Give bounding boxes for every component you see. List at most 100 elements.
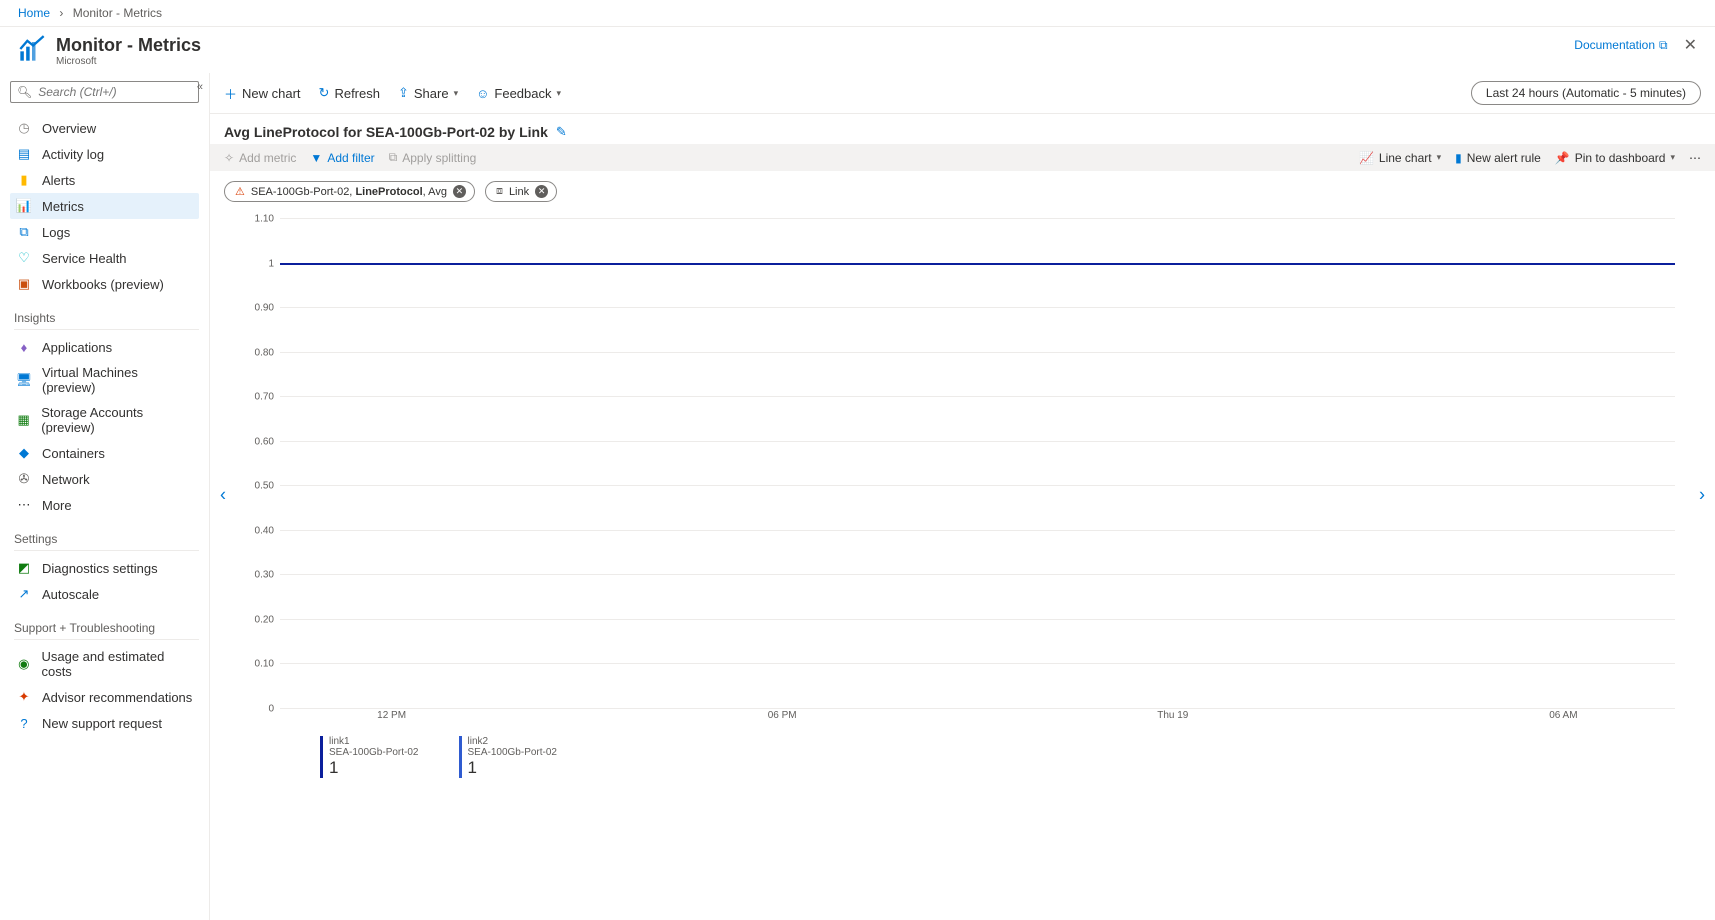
legend-item-2[interactable]: link2 SEA-100Gb-Port-02 1 [459,736,558,778]
sidebar-item-more[interactable]: ⋯More [10,492,199,518]
nav-icon: 🖥 [16,372,32,388]
toolbar: ＋New chart ↻Refresh ⇪Share ▾ ☺Feedback ▾… [210,73,1715,114]
sidebar-item-containers[interactable]: ◆Containers [10,440,199,466]
sidebar-item-usage-and-estimated-costs[interactable]: ◉Usage and estimated costs [10,644,199,684]
nav-label: Alerts [42,173,75,188]
breadcrumb: Home › Monitor - Metrics [0,0,1715,27]
nav-icon: ▮ [16,172,32,188]
new-chart-button[interactable]: ＋New chart [224,84,301,103]
refresh-icon: ↻ [319,85,330,101]
pin-dashboard-button[interactable]: 📌Pin to dashboard ▾ [1555,151,1675,165]
legend-value: 1 [468,758,558,778]
nav-label: Metrics [42,199,84,214]
sidebar-item-applications[interactable]: ♦ Applications [10,334,199,360]
legend-name: link1 [329,736,419,747]
nav-label: Autoscale [42,587,99,602]
chart-plot-area[interactable]: 1.1010.900.800.700.600.500.400.300.200.1… [280,218,1675,708]
nav-icon: ♡ [16,250,32,266]
metric-pill[interactable]: ⚠ SEA-100Gb-Port-02, LineProtocol, Avg ✕ [224,181,475,202]
warning-icon: ⚠ [235,185,245,198]
chevron-down-icon: ▾ [1670,152,1675,163]
collapse-sidebar-icon[interactable]: « [197,81,203,93]
search-input[interactable] [38,85,192,99]
monitor-icon [18,35,46,63]
nav-icon: ⧉ [16,224,32,240]
line-chart-icon: 📈 [1359,151,1374,165]
split-icon: ⧈ [496,185,503,198]
search-icon: 🔍︎ [17,85,32,99]
remove-pill-icon[interactable]: ✕ [453,185,466,198]
gridline: 0.10 [280,663,1675,664]
chart-type-dropdown[interactable]: 📈Line chart ▾ [1359,151,1441,165]
main-panel: ＋New chart ↻Refresh ⇪Share ▾ ☺Feedback ▾… [210,73,1715,920]
time-range-picker[interactable]: Last 24 hours (Automatic - 5 minutes) [1471,81,1701,105]
remove-pill-icon[interactable]: ✕ [535,185,548,198]
gridline: 1.10 [280,218,1675,219]
chart-legend: link1 SEA-100Gb-Port-02 1 link2 SEA-100G… [250,726,1675,778]
nav-icon: ♦ [16,339,32,355]
sidebar-item-alerts[interactable]: ▮ Alerts [10,167,199,193]
add-filter-button[interactable]: ▼Add filter [310,151,374,165]
new-alert-button[interactable]: ▮New alert rule [1455,151,1541,165]
nav-icon: ↗ [16,586,32,602]
sidebar-item-overview[interactable]: ◷Overview [10,115,199,141]
ellipsis-icon: ⋯ [1689,151,1701,165]
chart-next-icon[interactable]: › [1699,485,1705,506]
gridline: 0.80 [280,352,1675,353]
nav-icon: ▣ [16,276,32,292]
sparkle-icon: ✧ [224,151,234,165]
nav-label: Diagnostics settings [42,561,158,576]
close-button[interactable]: ✕ [1684,35,1697,55]
sidebar-item-autoscale[interactable]: ↗ Autoscale [10,581,199,607]
nav-label: Storage Accounts (preview) [41,405,193,435]
nav-label: Activity log [42,147,104,162]
share-button[interactable]: ⇪Share ▾ [398,85,458,101]
nav-label: Network [42,472,90,487]
page-header: Monitor - Metrics Microsoft Documentatio… [0,27,1715,73]
nav-icon: ◩ [16,560,32,576]
sidebar-item-service-health[interactable]: ♡ Service Health [10,245,199,271]
chart-x-axis: 12 PM06 PMThu 1906 AM [280,708,1675,726]
nav-label: Usage and estimated costs [41,649,193,679]
sidebar-item-metrics[interactable]: 📊Metrics [10,193,199,219]
breadcrumb-home[interactable]: Home [18,6,50,20]
sidebar-item-activity-log[interactable]: ▤ Activity log [10,141,199,167]
sidebar-item-diagnostics-settings[interactable]: ◩ Diagnostics settings [10,555,199,581]
gridline: 0.90 [280,307,1675,308]
section-settings: Settings [14,532,199,551]
refresh-button[interactable]: ↻Refresh [319,85,380,101]
sidebar-item-storage-accounts-preview-[interactable]: ▦Storage Accounts (preview) [10,400,199,440]
y-tick-label: 1 [268,258,274,269]
split-pill[interactable]: ⧈ Link ✕ [485,181,557,202]
nav-label: Workbooks (preview) [42,277,164,292]
breadcrumb-sep: › [59,6,63,20]
apply-splitting-button[interactable]: ⧉Apply splitting [389,150,477,165]
alert-icon: ▮ [1455,151,1462,165]
nav-icon: ◆ [16,445,32,461]
chart-prev-icon[interactable]: ‹ [220,485,226,506]
sidebar-item-virtual-machines-preview-[interactable]: 🖥Virtual Machines (preview) [10,360,199,400]
more-button[interactable]: ⋯ [1689,151,1701,165]
sidebar-item-new-support-request[interactable]: ?New support request [10,710,199,736]
y-tick-label: 0.60 [255,436,274,447]
legend-sub: SEA-100Gb-Port-02 [329,747,419,758]
page-subtitle: Microsoft [56,56,201,67]
sidebar-item-network[interactable]: ✇Network [10,466,199,492]
chart-container: ‹ › 1.1010.900.800.700.600.500.400.300.2… [210,212,1715,778]
y-tick-label: 0.40 [255,525,274,536]
feedback-button[interactable]: ☺Feedback ▾ [476,86,561,101]
documentation-link[interactable]: Documentation ⧉ [1574,38,1667,53]
sidebar-item-advisor-recommendations[interactable]: ✦Advisor recommendations [10,684,199,710]
section-support: Support + Troubleshooting [14,621,199,640]
add-metric-button[interactable]: ✧Add metric [224,151,296,165]
legend-name: link2 [468,736,558,747]
sidebar-item-workbooks-preview-[interactable]: ▣ Workbooks (preview) [10,271,199,297]
sidebar-item-logs[interactable]: ⧉Logs [10,219,199,245]
nav-icon: ▤ [16,146,32,162]
legend-item-1[interactable]: link1 SEA-100Gb-Port-02 1 [320,736,419,778]
search-box[interactable]: 🔍︎ [10,81,199,103]
nav-label: Applications [42,340,112,355]
edit-title-icon[interactable]: ✎ [556,124,567,140]
nav-label: Service Health [42,251,127,266]
y-tick-label: 0.10 [255,659,274,670]
